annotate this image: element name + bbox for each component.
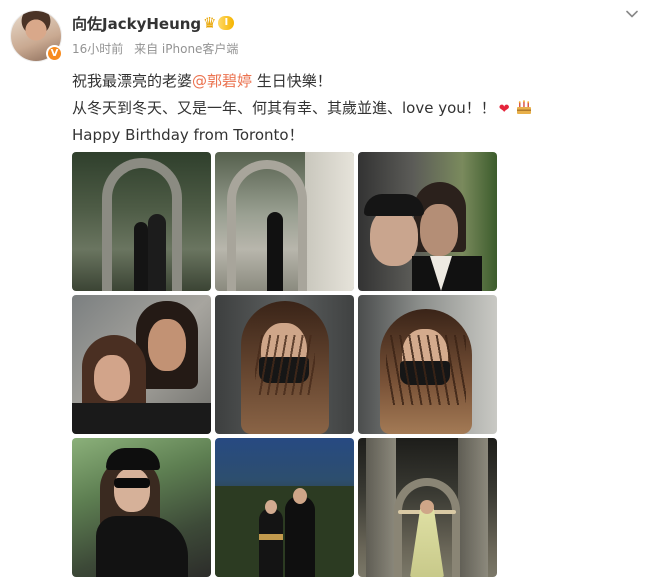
post-time[interactable]: 16小时前 (72, 42, 123, 56)
weibo-post: V 向佐JackyHeung ♛ I 16小时前 来自 iPhone客户端 祝我… (0, 0, 652, 581)
photo-thumbnail[interactable] (72, 438, 211, 577)
photo-grid (72, 152, 497, 577)
post-meta: 16小时前 来自 iPhone客户端 (72, 40, 238, 57)
photo-thumbnail[interactable] (215, 295, 354, 434)
photo-thumbnail[interactable] (358, 295, 497, 434)
photo-thumbnail[interactable] (215, 152, 354, 291)
text-segment: 从冬天到冬天、又是一年、何其有幸、其歲並進、love you！！ (72, 99, 496, 117)
text-segment: 生日快樂！ (252, 72, 332, 90)
photo-thumbnail[interactable] (358, 438, 497, 577)
cake-icon (516, 100, 531, 114)
post-source: 来自 iPhone客户端 (134, 42, 239, 56)
post-text-line-2: 从冬天到冬天、又是一年、何其有幸、其歲並進、love you！！ ❤ (72, 95, 632, 122)
photo-thumbnail[interactable] (72, 295, 211, 434)
author-name[interactable]: 向佐JackyHeung (72, 13, 201, 34)
chevron-down-icon[interactable] (624, 6, 640, 22)
text-segment: 祝我最漂亮的老婆 (72, 72, 193, 90)
post-text-line-3: Happy Birthday from Toronto！ (72, 126, 304, 144)
post-text-line-1: 祝我最漂亮的老婆@郭碧婷 生日快樂！ (72, 68, 632, 95)
heart-icon: ❤ (498, 102, 510, 117)
photo-thumbnail[interactable] (358, 152, 497, 291)
crown-icon: ♛ (203, 14, 217, 32)
photo-thumbnail[interactable] (72, 152, 211, 291)
member-level: I (218, 16, 235, 30)
photo-thumbnail[interactable] (215, 438, 354, 577)
verified-badge-icon: V (46, 45, 63, 62)
post-text: 祝我最漂亮的老婆@郭碧婷 生日快樂！ 从冬天到冬天、又是一年、何其有幸、其歲並進… (72, 68, 632, 149)
member-badge[interactable]: ♛ I (203, 14, 243, 32)
user-mention-link[interactable]: @郭碧婷 (192, 72, 252, 90)
